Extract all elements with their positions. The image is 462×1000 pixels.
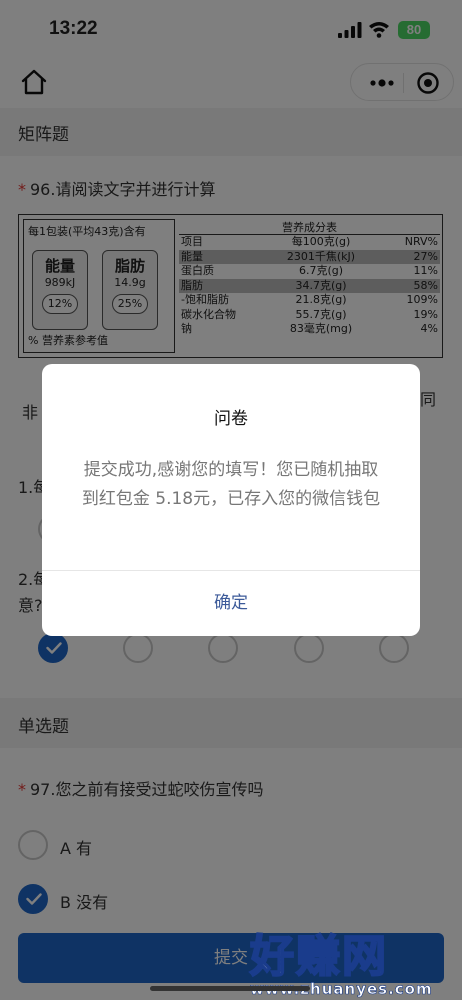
watermark-title: 好赚网 [249,930,388,983]
dialog-title: 问卷 [214,409,248,429]
dialog-confirm-button[interactable]: 确定 [42,571,420,636]
home-indicator [150,986,310,991]
dialog-message: 提交成功,感谢您的填写！您已随机抽取到红包金 5.18元，已存入您的微信钱包 [81,460,381,509]
success-dialog: 问卷 提交成功,感谢您的填写！您已随机抽取到红包金 5.18元，已存入您的微信钱… [42,364,420,636]
watermark-logo: 好赚网 www.zhuanyes.com [249,920,450,998]
